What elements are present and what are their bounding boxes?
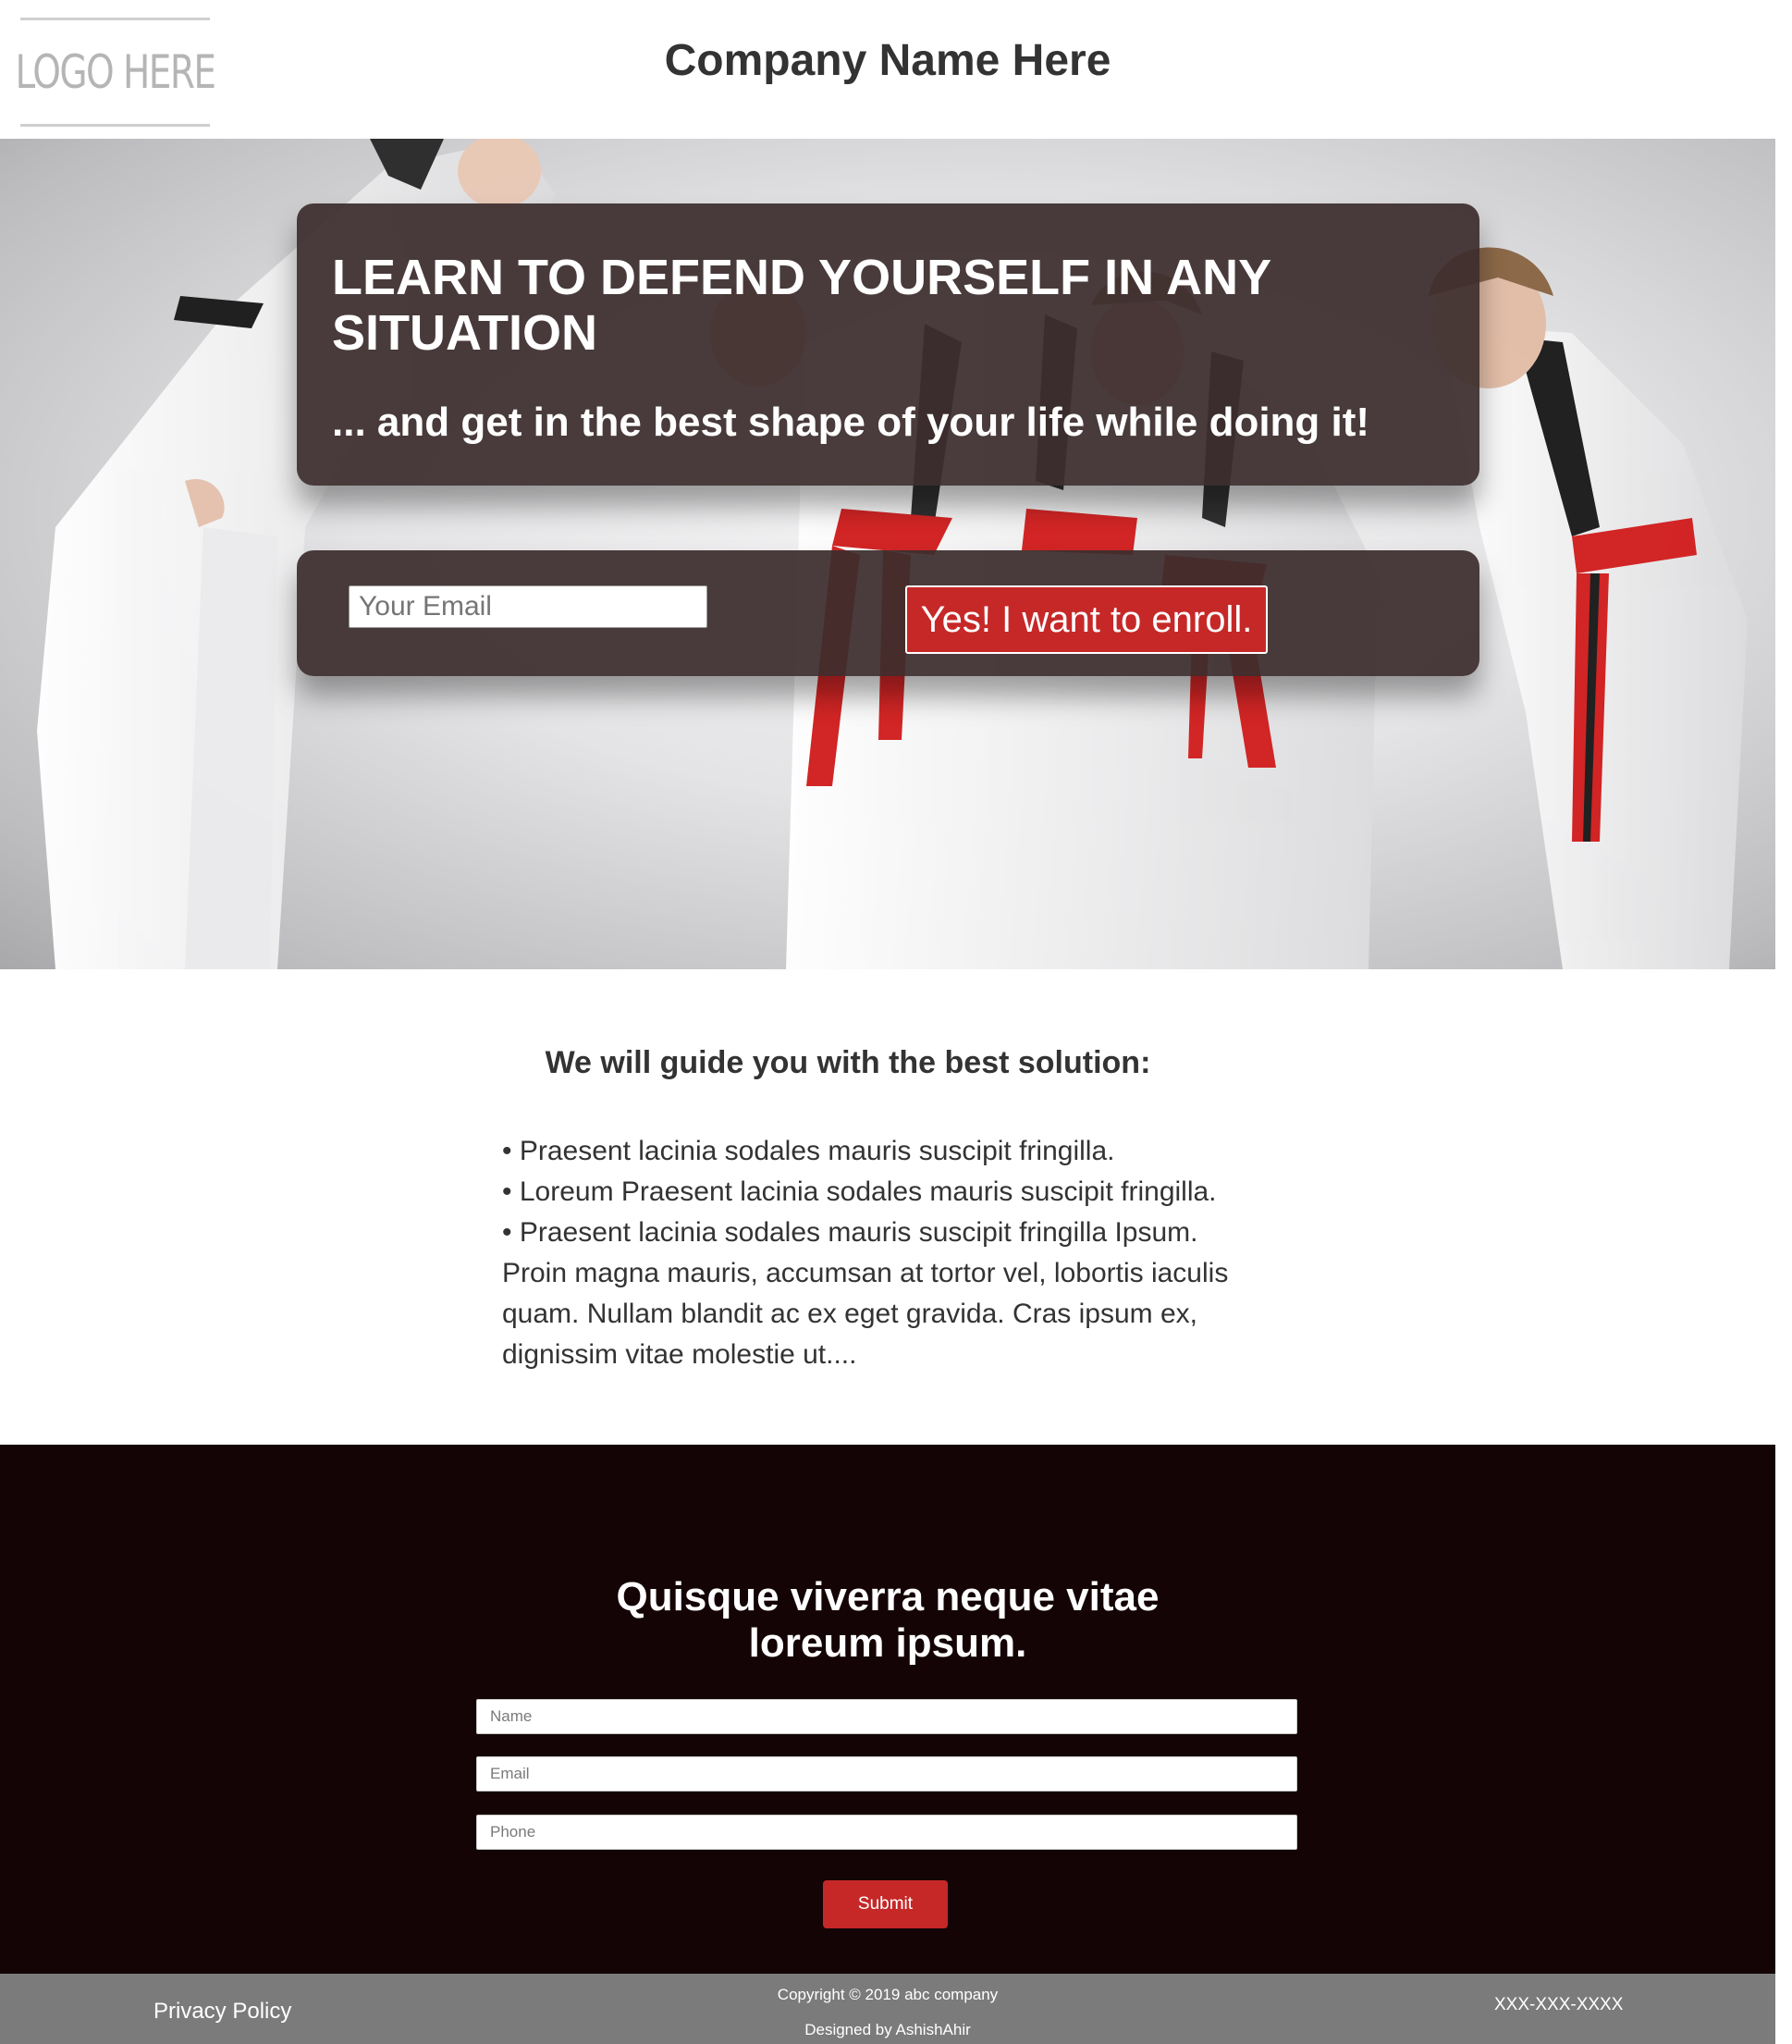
- section-title: We will guide you with the best solution…: [545, 1045, 1151, 1080]
- submit-button[interactable]: Submit: [823, 1880, 948, 1928]
- enroll-form-panel: Yes! I want to enroll.: [297, 550, 1479, 676]
- hero-headline: LEARN TO DEFEND YOURSELF IN ANY SITUATIO…: [332, 250, 1271, 361]
- contact-title-line2: loreum ipsum.: [748, 1620, 1027, 1666]
- footer: Privacy Policy Copyright © 2019 abc comp…: [0, 1974, 1775, 2044]
- hero-subheadline: ... and get in the best shape of your li…: [332, 400, 1370, 445]
- contact-title-line1: Quisque viverra neque vitae: [616, 1574, 1160, 1619]
- list-item: • Praesent lacinia sodales mauris suscip…: [502, 1217, 1198, 1248]
- company-name: Company Name Here: [664, 36, 1111, 85]
- contact-section: Quisque viverra neque vitae loreum ipsum…: [0, 1445, 1775, 1974]
- name-field[interactable]: [476, 1699, 1297, 1734]
- list-item: • Loreum Praesent lacinia sodales mauris…: [502, 1176, 1217, 1207]
- enroll-button[interactable]: Yes! I want to enroll.: [905, 585, 1268, 654]
- designed-by-text: Designed by AshishAhir: [804, 2021, 971, 2038]
- email-input[interactable]: [349, 585, 707, 628]
- phone-field[interactable]: [476, 1815, 1297, 1850]
- list-item: • Praesent lacinia sodales mauris suscip…: [502, 1136, 1115, 1166]
- header: LOGO HERE Company Name Here: [0, 0, 1775, 139]
- contact-title: Quisque viverra neque vitae loreum ipsum…: [0, 1574, 1775, 1667]
- email-field[interactable]: [476, 1756, 1297, 1792]
- hero-section: LEARN TO DEFEND YOURSELF IN ANY SITUATIO…: [0, 139, 1775, 969]
- section-paragraph: Proin magna mauris, accumsan at tortor v…: [502, 1258, 1229, 1370]
- headline-panel: LEARN TO DEFEND YOURSELF IN ANY SITUATIO…: [297, 203, 1479, 486]
- phone-number: XXX-XXX-XXXX: [1494, 1995, 1624, 2014]
- section-body: • Praesent lacinia sodales mauris suscip…: [502, 1131, 1279, 1375]
